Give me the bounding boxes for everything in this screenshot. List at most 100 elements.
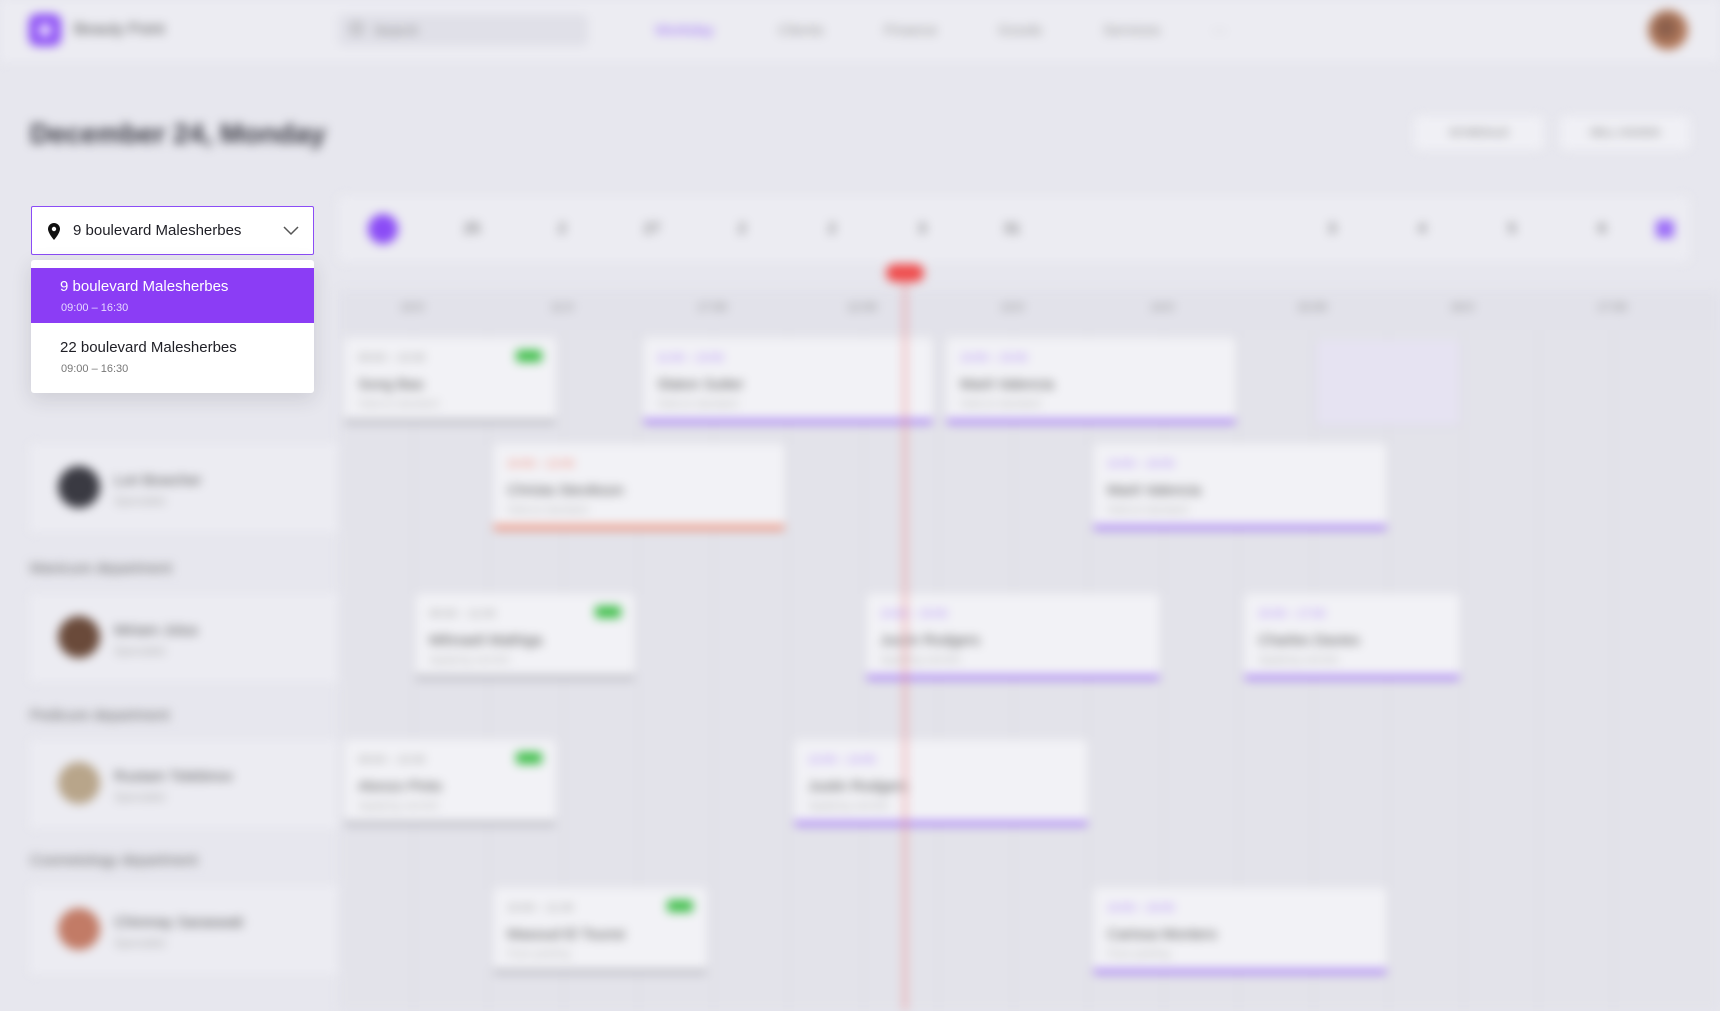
date-item[interactable]: 2 bbox=[812, 220, 852, 237]
appointment-client: Carissa Montero bbox=[1107, 926, 1218, 943]
appointment-time: 13:00 – 15:00 bbox=[880, 608, 948, 620]
appointment-time: 14:00 – 16:00 bbox=[1107, 458, 1175, 470]
location-pin-icon bbox=[48, 223, 60, 240]
selected-date[interactable] bbox=[368, 214, 398, 244]
staff-name: Chinmay Saraswati bbox=[114, 914, 244, 931]
nav-finance[interactable]: Finance bbox=[884, 22, 937, 39]
department-heading: Pedicure department bbox=[30, 707, 170, 724]
appointment-client: Charles Davies bbox=[1258, 632, 1360, 649]
appointment-time: 14:00 – 16:00 bbox=[1107, 902, 1175, 914]
appointment-card[interactable]: 15:30 – 17:00 Charles Davies Applying va… bbox=[1244, 594, 1460, 680]
appointment-time: 11:00 – 13:00 bbox=[657, 352, 724, 364]
time-label: 17:00 bbox=[1596, 300, 1628, 314]
calendar-icon[interactable] bbox=[1656, 220, 1674, 238]
sell-goods-button[interactable]: SELL GOODS bbox=[1560, 116, 1690, 150]
appointment-card[interactable]: 09:00 – 10:30 Song Bao Haircut standard bbox=[344, 338, 556, 424]
department-heading: Cosmetology department bbox=[30, 852, 198, 869]
chevron-down-icon bbox=[283, 226, 299, 236]
appointment-service: Applying varnish bbox=[429, 654, 510, 666]
avatar bbox=[58, 466, 100, 508]
appointment-client: Mihnaeli Mathiga bbox=[429, 632, 543, 649]
appointment-service: Haircut standard bbox=[960, 398, 1041, 410]
date-item[interactable]: 2 bbox=[722, 220, 762, 237]
appointment-card[interactable]: 11:00 – 13:00 Slaton Sutter Haircut stan… bbox=[643, 338, 933, 424]
staff-row[interactable]: Miriam Jolus Specialist bbox=[30, 594, 338, 682]
nav-clients[interactable]: Clients bbox=[778, 22, 824, 39]
appointment-time: 13:00 – 15:00 bbox=[960, 352, 1028, 364]
location-option-hours: 09:00 – 16:30 bbox=[61, 302, 129, 314]
nav-workday[interactable]: Workday bbox=[655, 22, 714, 39]
location-dropdown-menu: 9 boulevard Malesherbes 09:00 – 16:30 22… bbox=[31, 260, 314, 393]
search-placeholder: Search bbox=[374, 22, 419, 38]
top-navigation-bar: Beauty Point Search Workday Clients Fina… bbox=[0, 0, 1720, 62]
staff-row[interactable]: Lori Bowcher Specialist bbox=[30, 444, 338, 532]
date-item[interactable]: 3 bbox=[902, 220, 942, 237]
appointment-service: Applying varnish bbox=[880, 654, 961, 666]
date-item[interactable]: 27 bbox=[632, 220, 672, 237]
date-item[interactable]: 6 bbox=[1582, 220, 1622, 237]
appointment-client: Masoud El Tounsi bbox=[507, 926, 626, 943]
search-input[interactable]: Search bbox=[338, 14, 588, 46]
location-select[interactable]: 9 boulevard Malesherbes bbox=[31, 206, 314, 255]
appointment-card[interactable]: 14:00 – 16:00 Carissa Montero Face peeli… bbox=[1093, 888, 1387, 974]
current-time-line bbox=[904, 270, 906, 1011]
appointment-client: Justin Rodgers bbox=[880, 632, 981, 649]
paid-badge bbox=[667, 900, 693, 912]
date-item[interactable]: 31 bbox=[992, 220, 1032, 237]
appointment-card[interactable]: 14:00 – 16:00 Marit Valencia Haircut sta… bbox=[1093, 444, 1387, 530]
staff-role: Specialist bbox=[114, 644, 166, 658]
staff-name: Miriam Jolus bbox=[114, 622, 199, 639]
appointment-service: Haircut standard bbox=[1107, 504, 1188, 516]
appointment-card[interactable]: 10:00 – 11:30 Masoud El Tounsi Face peel… bbox=[493, 888, 707, 974]
date-item[interactable]: 3 bbox=[1312, 220, 1352, 237]
appointment-service: Haircut standard bbox=[507, 504, 588, 516]
date-item[interactable]: 4 bbox=[1402, 220, 1442, 237]
appointment-time: 10:00 – 11:30 bbox=[507, 902, 574, 914]
appointment-client: Marit Valencia bbox=[960, 376, 1054, 393]
time-label: 13:0 bbox=[1000, 300, 1024, 314]
staff-name: Rustam Tolebinov bbox=[114, 768, 233, 785]
app-logo-icon bbox=[29, 14, 61, 46]
staff-row[interactable]: Chinmay Saraswati Specialist bbox=[30, 886, 338, 974]
appointment-service: Applying varnish bbox=[808, 800, 889, 812]
appointment-time: 12:00 – 14:00 bbox=[808, 754, 876, 766]
appointment-time: 09:00 – 10:30 bbox=[358, 352, 426, 364]
avatar bbox=[58, 762, 100, 804]
staff-role: Specialist bbox=[114, 494, 166, 508]
appointment-card[interactable]: 13:00 – 15:00 Marit Valencia Haircut sta… bbox=[946, 338, 1236, 424]
appointment-time: 09:00 – 10:30 bbox=[358, 754, 426, 766]
empty-slot[interactable] bbox=[1316, 340, 1460, 426]
user-avatar[interactable] bbox=[1648, 10, 1688, 50]
paid-badge bbox=[516, 350, 542, 362]
blurred-app-background: Beauty Point Search Workday Clients Fina… bbox=[0, 0, 1720, 1011]
appointment-card[interactable]: 12:00 – 14:00 Justin Rodgers Applying va… bbox=[794, 740, 1088, 826]
paid-badge bbox=[516, 752, 542, 764]
staff-role: Specialist bbox=[114, 936, 166, 950]
time-label: 15:00 bbox=[1296, 300, 1328, 314]
current-time-badge bbox=[886, 264, 924, 282]
nav-goods[interactable]: Goods bbox=[998, 22, 1042, 39]
time-label: 10:0 bbox=[400, 300, 424, 314]
appointment-client: Marit Valencia bbox=[1107, 482, 1201, 499]
appointment-card[interactable]: 09:00 – 10:30 Alonzo Pinto Applying varn… bbox=[344, 740, 556, 826]
location-option-hours: 09:00 – 16:30 bbox=[61, 363, 129, 375]
nav-more-icon[interactable]: ··· bbox=[1212, 22, 1227, 39]
appointment-card[interactable]: 09:30 – 11:00 Mihnaeli Mathiga Applying … bbox=[415, 594, 635, 680]
location-option[interactable]: 22 boulevard Malesherbes 09:00 – 16:30 bbox=[31, 329, 314, 384]
date-item[interactable]: 5 bbox=[1492, 220, 1532, 237]
date-item[interactable]: 2 bbox=[542, 220, 582, 237]
date-item[interactable]: 25 bbox=[452, 220, 492, 237]
appointment-service: Face peeling bbox=[507, 948, 570, 960]
department-heading: Manicure department bbox=[30, 560, 172, 577]
location-option-selected[interactable]: 9 boulevard Malesherbes 09:00 – 16:30 bbox=[31, 268, 314, 323]
staff-row[interactable]: Rustam Tolebinov Specialist bbox=[30, 740, 338, 828]
appointment-client: Justin Rodgers bbox=[808, 778, 909, 795]
appointment-service: Applying varnish bbox=[1258, 654, 1339, 666]
time-label: 16:0 bbox=[1450, 300, 1474, 314]
schedule-button[interactable]: SCHEDULE bbox=[1414, 116, 1544, 150]
appointment-card[interactable]: 13:00 – 15:00 Justin Rodgers Applying va… bbox=[866, 594, 1160, 680]
appointment-client: Song Bao bbox=[358, 376, 424, 393]
appointment-client: Alonzo Pinto bbox=[358, 778, 443, 795]
appointment-card[interactable]: 10:00 – 12:00 Christa Stevikson Haircut … bbox=[493, 444, 785, 530]
nav-services[interactable]: Services bbox=[1103, 22, 1161, 39]
